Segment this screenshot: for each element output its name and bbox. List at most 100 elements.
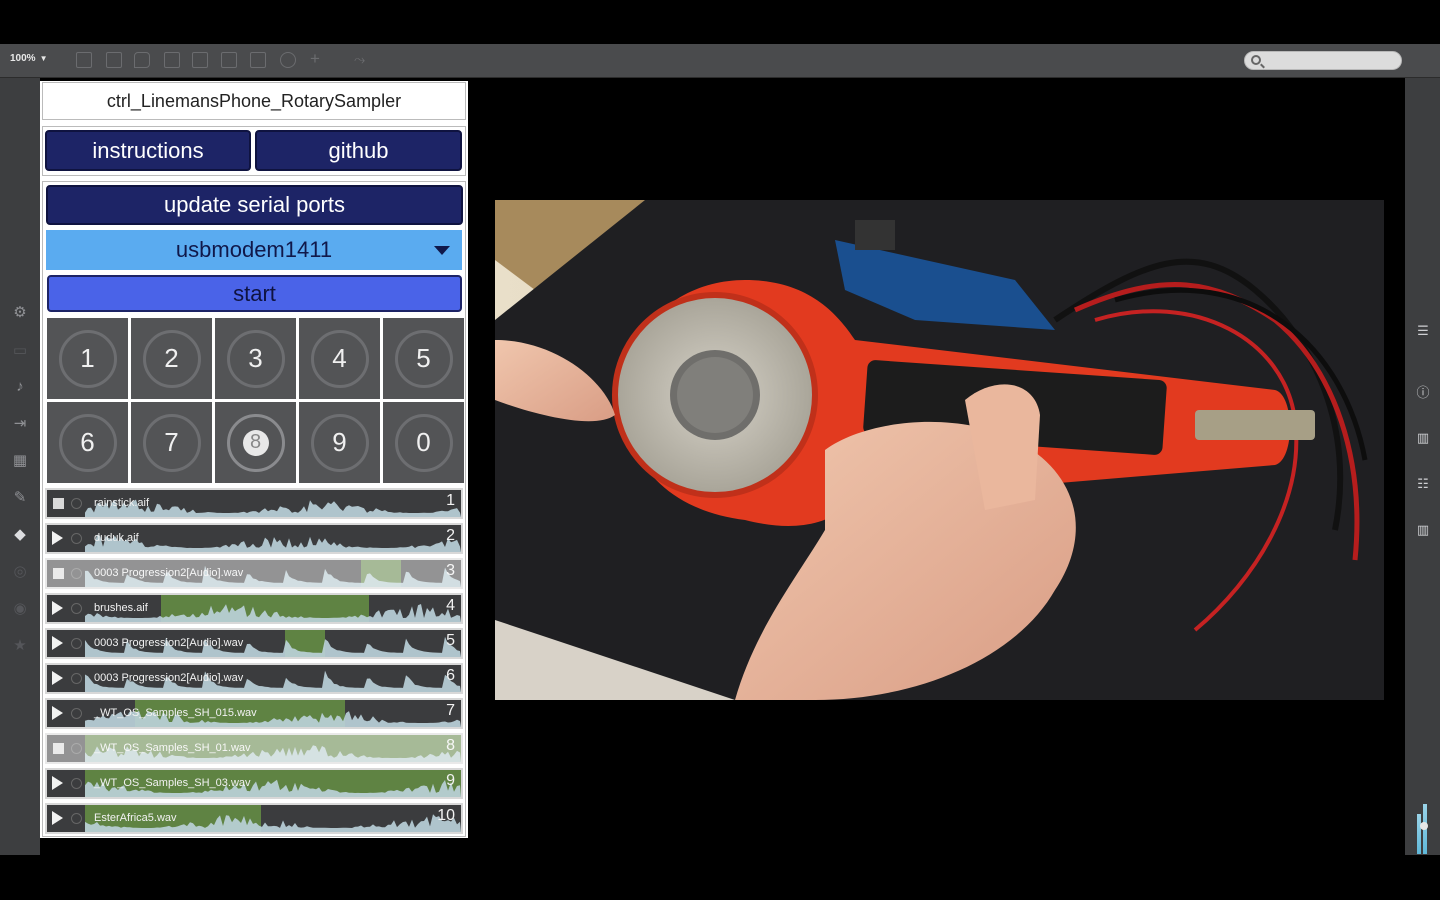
package-icon[interactable]: ◆ bbox=[11, 526, 29, 544]
waveform[interactable] bbox=[85, 525, 461, 552]
search-icon bbox=[1251, 55, 1261, 65]
sample-row[interactable]: _WT_OS_Samples_SH_015.wav 7 bbox=[45, 698, 463, 729]
volume-slider-handle[interactable] bbox=[1420, 822, 1428, 830]
stop-icon[interactable] bbox=[53, 568, 64, 579]
key-0[interactable]: 0 bbox=[383, 402, 464, 483]
image-icon[interactable]: ▦ bbox=[11, 452, 29, 470]
serial-port-dropdown[interactable]: usbmodem1411 bbox=[46, 230, 462, 270]
key-5[interactable]: 5 bbox=[383, 318, 464, 399]
music-note-icon[interactable]: ♪ bbox=[11, 378, 29, 396]
chevron-down-icon bbox=[434, 246, 450, 255]
audio-file-icon[interactable]: ⇥ bbox=[11, 415, 29, 433]
list-icon[interactable]: ☰ bbox=[1415, 323, 1431, 339]
chevron-down-icon: ▼ bbox=[39, 54, 48, 63]
panel-icon[interactable]: ▭ bbox=[11, 342, 29, 360]
key-label: 8 bbox=[242, 429, 269, 456]
key-label: 4 bbox=[310, 329, 369, 388]
play-icon[interactable] bbox=[52, 601, 63, 615]
patcher-canvas: ctrl_LinemansPhone_RotarySampler instruc… bbox=[40, 78, 1405, 855]
share-icon[interactable]: ⤳ bbox=[354, 51, 365, 68]
key-label: 2 bbox=[142, 329, 201, 388]
play-icon[interactable] bbox=[52, 531, 63, 545]
sample-row[interactable]: brushes.aif 4 bbox=[45, 593, 463, 624]
loop-icon[interactable] bbox=[71, 673, 82, 684]
search-field[interactable] bbox=[1244, 51, 1402, 70]
star-icon[interactable]: ★ bbox=[11, 637, 29, 655]
key-label: 3 bbox=[226, 329, 285, 388]
instructions-button[interactable]: instructions bbox=[45, 130, 251, 171]
video-still bbox=[495, 200, 1384, 700]
sample-row[interactable]: EsterAfrica5.wav 10 bbox=[45, 803, 463, 834]
sample-row[interactable]: rainstick.aif 1 bbox=[45, 488, 463, 519]
sample-row[interactable]: 0003 Progression2[Audio].wav 5 bbox=[45, 628, 463, 659]
book-icon[interactable]: ▥ bbox=[1415, 430, 1431, 446]
sample-row[interactable]: duduk.aif 2 bbox=[45, 523, 463, 554]
sample-row[interactable]: 0003 Progression2[Audio].wav 3 bbox=[45, 558, 463, 589]
key-1[interactable]: 1 bbox=[47, 318, 128, 399]
inlet-icon[interactable] bbox=[221, 52, 237, 68]
stop-icon[interactable] bbox=[53, 498, 64, 509]
sample-index: 2 bbox=[446, 527, 455, 544]
play-icon[interactable] bbox=[52, 811, 63, 825]
key-8[interactable]: 8 bbox=[215, 402, 296, 483]
sample-filename: brushes.aif bbox=[94, 602, 148, 614]
key-7[interactable]: 7 bbox=[131, 402, 212, 483]
gear-icon[interactable]: ⚙ bbox=[11, 304, 29, 322]
loop-icon[interactable] bbox=[71, 603, 82, 614]
stop-icon[interactable] bbox=[53, 743, 64, 754]
sample-row[interactable]: _WT_OS_Samples_SH_03.wav 9 bbox=[45, 768, 463, 799]
key-9[interactable]: 9 bbox=[299, 402, 380, 483]
loop-icon[interactable] bbox=[71, 778, 82, 789]
sample-row[interactable]: _WT_OS_Samples_SH_01.wav 8 bbox=[45, 733, 463, 764]
sample-index: 9 bbox=[446, 772, 455, 789]
loop-icon[interactable] bbox=[71, 638, 82, 649]
zoom-menu[interactable]: 100% ▼ bbox=[10, 53, 48, 64]
checklist-icon[interactable]: ☷ bbox=[1415, 476, 1431, 492]
presentation-icon[interactable] bbox=[76, 52, 92, 68]
target-icon[interactable]: ◎ bbox=[11, 563, 29, 581]
start-button[interactable]: start bbox=[47, 275, 462, 312]
sample-index: 8 bbox=[446, 737, 455, 754]
toolbar: 100% ▼ + ⤳ bbox=[0, 44, 1440, 78]
loop-icon[interactable] bbox=[71, 533, 82, 544]
new-object-icon[interactable] bbox=[106, 52, 122, 68]
key-4[interactable]: 4 bbox=[299, 318, 380, 399]
sample-index: 10 bbox=[437, 807, 455, 824]
columns-icon[interactable]: ▥ bbox=[1415, 522, 1431, 538]
sample-row[interactable]: 0003 Progression2[Audio].wav 6 bbox=[45, 663, 463, 694]
update-serial-ports-button[interactable]: update serial ports bbox=[46, 185, 463, 225]
key-label: 7 bbox=[142, 413, 201, 472]
sample-filename: _WT_OS_Samples_SH_01.wav bbox=[94, 742, 251, 754]
paperclip-icon[interactable]: ✎ bbox=[11, 489, 29, 507]
level-meter[interactable] bbox=[1417, 788, 1431, 854]
sample-index: 5 bbox=[446, 632, 455, 649]
search-input[interactable] bbox=[1265, 53, 1395, 68]
key-3[interactable]: 3 bbox=[215, 318, 296, 399]
rotary-keypad: 1 2 3 4 5 6 7 8 9 0 bbox=[46, 317, 464, 485]
play-icon[interactable] bbox=[52, 776, 63, 790]
play-icon[interactable] bbox=[52, 706, 63, 720]
settings-box-icon[interactable] bbox=[192, 52, 208, 68]
key-6[interactable]: 6 bbox=[47, 402, 128, 483]
sample-filename: 0003 Progression2[Audio].wav bbox=[94, 567, 244, 579]
info-icon[interactable]: ⓘ bbox=[1415, 385, 1431, 401]
add-icon[interactable]: + bbox=[310, 49, 320, 69]
key-2[interactable]: 2 bbox=[131, 318, 212, 399]
loop-icon[interactable] bbox=[71, 568, 82, 579]
loop-icon[interactable] bbox=[71, 708, 82, 719]
comment-icon[interactable] bbox=[134, 52, 150, 68]
app-window: 100%▼ + ⤳ ⚙ ▭ ♪ ⇥ ▦ ✎ ◆ ◎ ◉ ★ ☰ ⓘ ▥ ☷ ▥ bbox=[0, 44, 1440, 855]
play-icon[interactable] bbox=[52, 636, 63, 650]
loop-icon[interactable] bbox=[71, 813, 82, 824]
play-icon[interactable] bbox=[52, 671, 63, 685]
clock-icon[interactable] bbox=[280, 52, 296, 68]
key-ring: 8 bbox=[226, 413, 285, 472]
close-box-icon[interactable] bbox=[164, 52, 180, 68]
grid-icon[interactable] bbox=[250, 52, 266, 68]
github-button[interactable]: github bbox=[255, 130, 462, 171]
sample-filename: _WT_OS_Samples_SH_015.wav bbox=[94, 707, 257, 719]
serial-port-value: usbmodem1411 bbox=[175, 237, 333, 262]
loop-icon[interactable] bbox=[71, 498, 82, 509]
circle-icon[interactable]: ◉ bbox=[11, 600, 29, 618]
loop-icon[interactable] bbox=[71, 743, 82, 754]
